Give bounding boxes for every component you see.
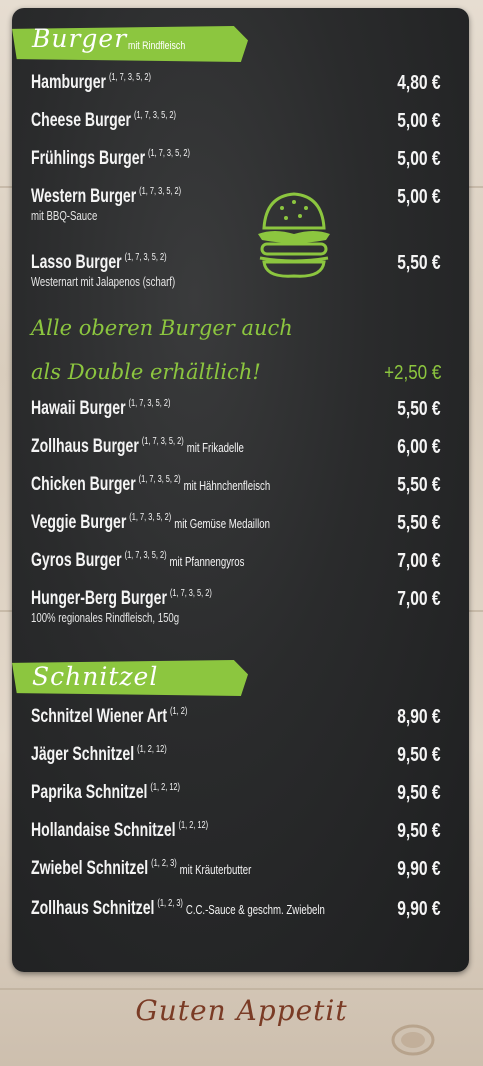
item-allergens: (1, 7, 3, 5, 2) bbox=[141, 436, 184, 447]
menu-item-hawaii-burger: Hawaii Burger (1, 7, 3, 5, 2) 5,50 € bbox=[31, 398, 441, 424]
item-name: Frühlings Burger bbox=[31, 148, 146, 169]
item-allergens: (1, 2, 3) bbox=[151, 858, 177, 869]
item-extra: mit Hähnchenfleisch bbox=[183, 478, 271, 493]
menu-item-hunger-berg-burger: Hunger-Berg Burger (1, 7, 3, 5, 2) 100% r… bbox=[31, 588, 441, 632]
item-allergens: (1, 7, 3, 5, 2) bbox=[133, 110, 176, 121]
item-price: 7,00 € bbox=[397, 550, 441, 572]
item-price: 8,90 € bbox=[397, 706, 441, 728]
item-extra: mit Pfannengyros bbox=[169, 554, 245, 569]
menu-item-cheese-burger: Cheese Burger (1, 7, 3, 5, 2) 5,00 € bbox=[31, 110, 441, 136]
menu-item-paprika-schnitzel: Paprika Schnitzel (1, 2, 12) 9,50 € bbox=[31, 782, 441, 808]
item-name: Lasso Burger bbox=[31, 252, 122, 273]
schnitzel-section-title: Schnitzel bbox=[32, 662, 159, 691]
menu-item-veggie-burger: Veggie Burger (1, 7, 3, 5, 2) mit Gemüse M… bbox=[31, 512, 441, 538]
item-price: 5,00 € bbox=[397, 110, 441, 132]
item-allergens: (1, 7, 3, 5, 2) bbox=[139, 186, 182, 197]
item-price: 4,80 € bbox=[397, 72, 441, 94]
item-name: Hunger-Berg Burger bbox=[31, 588, 167, 609]
menu-item-lasso-burger: Lasso Burger (1, 7, 3, 5, 2) Westernart m… bbox=[31, 252, 441, 296]
item-allergens: (1, 2, 3) bbox=[157, 898, 183, 909]
item-price: 5,50 € bbox=[397, 474, 441, 496]
menu-item-fruehlings-burger: Frühlings Burger (1, 7, 3, 5, 2) 5,00 € bbox=[31, 148, 441, 174]
item-name: Gyros Burger bbox=[31, 550, 122, 571]
item-name: Zwiebel Schnitzel bbox=[31, 858, 149, 879]
item-allergens: (1, 2, 12) bbox=[178, 820, 209, 831]
item-extra: mit Kräuterbutter bbox=[179, 862, 252, 877]
item-name: Cheese Burger bbox=[31, 110, 132, 131]
item-name: Hollandaise Schnitzel bbox=[31, 820, 176, 841]
item-allergens: (1, 7, 3, 5, 2) bbox=[124, 252, 167, 263]
item-allergens: (1, 7, 3, 5, 2) bbox=[138, 474, 181, 485]
item-name: Hawaii Burger bbox=[31, 398, 126, 419]
burger-section-subtitle: mit Rindfleisch bbox=[128, 40, 186, 52]
item-price: 9,90 € bbox=[397, 858, 441, 880]
item-price: 5,50 € bbox=[397, 512, 441, 534]
menu-item-gyros-burger: Gyros Burger (1, 7, 3, 5, 2) mit Pfannengy… bbox=[31, 550, 441, 576]
item-allergens: (1, 7, 3, 5, 2) bbox=[108, 72, 151, 83]
item-price: 9,50 € bbox=[397, 820, 441, 842]
menu-item-hollandaise-schnitzel: Hollandaise Schnitzel (1, 2, 12) 9,50 € bbox=[31, 820, 441, 846]
item-allergens: (1, 7, 3, 5, 2) bbox=[128, 398, 171, 409]
item-allergens: (1, 2, 12) bbox=[137, 744, 167, 755]
item-name: Western Burger bbox=[31, 186, 137, 207]
menu-item-hamburger: Hamburger (1, 7, 3, 5, 2) 4,80 € bbox=[31, 72, 441, 98]
item-name: Jäger Schnitzel bbox=[31, 744, 135, 765]
item-price: 5,50 € bbox=[397, 398, 441, 420]
item-price: 7,00 € bbox=[397, 588, 441, 610]
item-name: Zollhaus Schnitzel bbox=[31, 898, 155, 919]
item-allergens: (1, 7, 3, 5, 2) bbox=[169, 588, 212, 599]
menu-item-zollhaus-burger: Zollhaus Burger (1, 7, 3, 5, 2) mit Frikad… bbox=[31, 436, 441, 462]
item-name: Hamburger bbox=[31, 72, 107, 93]
menu-item-schnitzel-wiener-art: Schnitzel Wiener Art (1, 2) 8,90 € bbox=[31, 706, 441, 732]
menu-item-western-burger: Western Burger (1, 7, 3, 5, 2) mit BBQ-Sa… bbox=[31, 186, 441, 230]
item-extra: C.C.-Sauce & geschm. Zwiebeln bbox=[185, 902, 325, 917]
item-name: Veggie Burger bbox=[31, 512, 127, 533]
item-price: 9,50 € bbox=[397, 744, 441, 766]
item-price: 5,50 € bbox=[397, 252, 441, 274]
item-name: Chicken Burger bbox=[31, 474, 136, 495]
item-description: 100% regionales Rindfleisch, 150g bbox=[31, 610, 180, 625]
item-price: 6,00 € bbox=[397, 436, 441, 458]
item-name: Zollhaus Burger bbox=[31, 436, 139, 457]
item-price: 5,00 € bbox=[397, 148, 441, 170]
item-allergens: (1, 7, 3, 5, 2) bbox=[148, 148, 190, 159]
item-name: Paprika Schnitzel bbox=[31, 782, 148, 803]
item-price: 9,50 € bbox=[397, 782, 441, 804]
menu-item-jaeger-schnitzel: Jäger Schnitzel (1, 2, 12) 9,50 € bbox=[31, 744, 441, 770]
item-description: Westernart mit Jalapenos (scharf) bbox=[31, 274, 176, 289]
menu-item-chicken-burger: Chicken Burger (1, 7, 3, 5, 2) mit Hähnche… bbox=[31, 474, 441, 500]
item-allergens: (1, 7, 3, 5, 2) bbox=[129, 512, 172, 523]
item-price: 5,00 € bbox=[397, 186, 441, 208]
item-allergens: (1, 2, 12) bbox=[150, 782, 181, 793]
item-allergens: (1, 7, 3, 5, 2) bbox=[124, 550, 167, 561]
item-extra: mit Frikadelle bbox=[186, 440, 244, 455]
menu-item-zwiebel-schnitzel: Zwiebel Schnitzel (1, 2, 3) mit Kräuterbut… bbox=[31, 858, 441, 884]
item-allergens: (1, 2) bbox=[170, 706, 188, 717]
double-promo-line-1: Alle oberen Burger auch bbox=[31, 316, 293, 340]
wood-plank-line bbox=[0, 988, 483, 990]
item-description: mit BBQ-Sauce bbox=[31, 208, 98, 223]
menu-item-zollhaus-schnitzel: Zollhaus Schnitzel (1, 2, 3) C.C.-Sauce & … bbox=[31, 898, 441, 924]
double-promo-line-2: als Double erhältlich! bbox=[31, 360, 261, 384]
double-promo-price: +2,50 € bbox=[383, 362, 441, 384]
item-price: 9,90 € bbox=[397, 898, 441, 920]
item-extra: mit Gemüse Medaillon bbox=[174, 516, 270, 531]
item-name: Schnitzel Wiener Art bbox=[31, 706, 168, 727]
coffee-cup-icon bbox=[391, 1024, 435, 1056]
burger-section-title: Burger bbox=[32, 24, 128, 53]
